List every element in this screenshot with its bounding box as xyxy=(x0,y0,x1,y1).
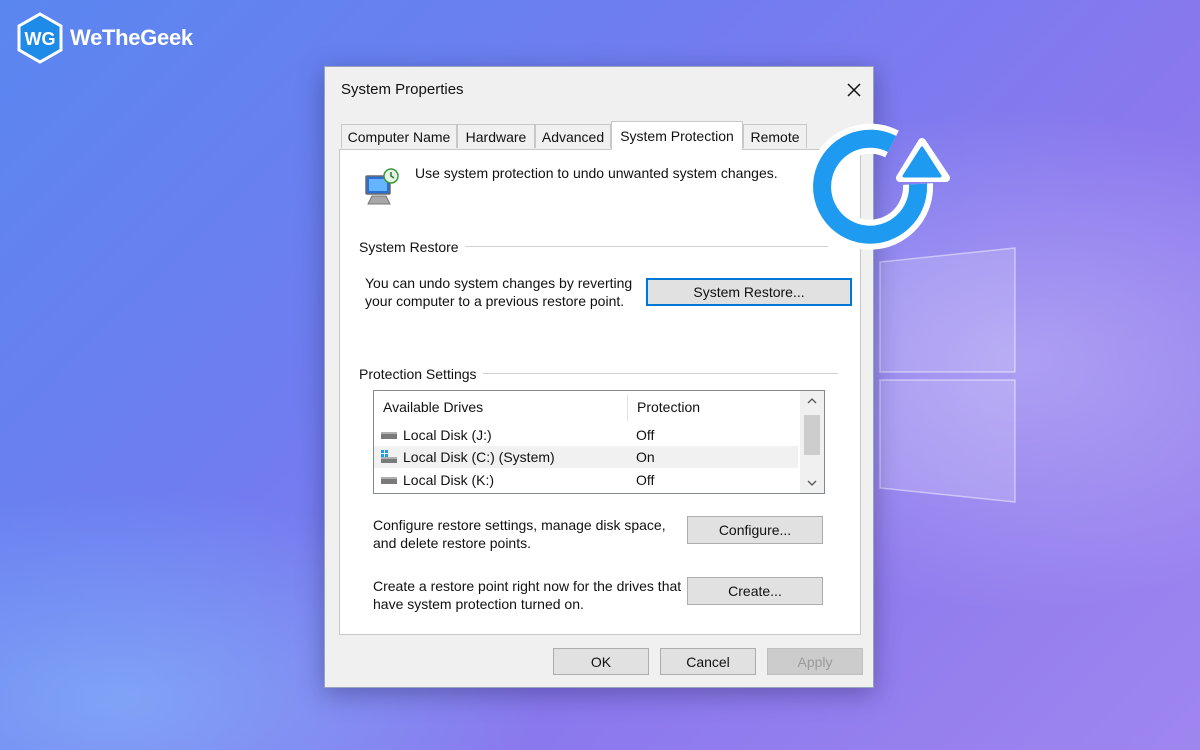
cancel-button[interactable]: Cancel xyxy=(660,648,756,675)
tab-remote[interactable]: Remote xyxy=(743,124,807,148)
drive-name-cell: Local Disk (K:) xyxy=(381,472,494,488)
drive-name-cell: Local Disk (C:) (System) xyxy=(381,449,555,465)
intro-text: Use system protection to undo unwanted s… xyxy=(415,165,778,181)
create-description-line2: have system protection turned on. xyxy=(373,596,584,612)
drive-protection-status: Off xyxy=(636,427,655,443)
tab-hardware[interactable]: Hardware xyxy=(457,124,535,148)
brand-name: WeTheGeek xyxy=(70,25,193,50)
refresh-icon xyxy=(807,123,950,250)
drive-row-c[interactable]: Local Disk (C:) (System) On xyxy=(374,446,798,468)
drive-name: Local Disk (C:) (System) xyxy=(403,449,555,465)
system-restore-group-label: System Restore xyxy=(359,239,465,255)
drives-list[interactable]: Available Drives Protection Local Disk (… xyxy=(373,390,825,494)
apply-button[interactable]: Apply xyxy=(767,648,863,675)
column-protection[interactable]: Protection xyxy=(637,399,700,415)
drive-name: Local Disk (K:) xyxy=(403,472,495,488)
system-restore-description-line1: You can undo system changes by reverting xyxy=(365,275,633,291)
tab-computer-name[interactable]: Computer Name xyxy=(341,124,457,148)
system-restore-button[interactable]: System Restore... xyxy=(646,278,852,306)
column-available-drives[interactable]: Available Drives xyxy=(383,399,483,415)
dialog-title: System Properties xyxy=(341,81,464,98)
drive-protection-status: On xyxy=(636,449,655,465)
brand-logo: WG WeTheGeek xyxy=(14,12,193,64)
system-restore-description-line2: your computer to a previous restore poin… xyxy=(365,293,625,309)
drive-name: Local Disk (J:) xyxy=(403,427,492,443)
configure-description-line2: and delete restore points. xyxy=(373,535,531,551)
scroll-down-button[interactable] xyxy=(800,473,824,493)
drives-list-scrollbar[interactable] xyxy=(800,391,824,493)
configure-button[interactable]: Configure... xyxy=(687,516,823,544)
chevron-up-icon xyxy=(807,398,817,404)
system-drive-icon xyxy=(381,450,397,463)
drive-icon xyxy=(381,477,397,484)
wethegeek-badge-icon: WG xyxy=(17,12,63,64)
protection-settings-group-label: Protection Settings xyxy=(359,366,483,382)
configure-description-line1: Configure restore settings, manage disk … xyxy=(373,517,666,533)
tab-system-protection[interactable]: System Protection xyxy=(611,121,743,150)
tab-advanced[interactable]: Advanced xyxy=(535,124,611,148)
drive-name-cell: Local Disk (J:) xyxy=(381,427,492,443)
system-properties-dialog: System Properties Computer Name Hardware… xyxy=(324,66,874,688)
drive-row-j[interactable]: Local Disk (J:) Off xyxy=(374,424,798,446)
create-description-line1: Create a restore point right now for the… xyxy=(373,578,682,594)
ok-button[interactable]: OK xyxy=(553,648,649,675)
chevron-down-icon xyxy=(807,480,817,486)
drive-row-k[interactable]: Local Disk (K:) Off xyxy=(374,469,798,491)
system-restore-description: You can undo system changes by reverting… xyxy=(365,274,632,310)
system-protection-computer-icon xyxy=(365,168,399,205)
scroll-up-button[interactable] xyxy=(800,391,824,411)
close-button[interactable] xyxy=(837,75,871,105)
column-separator xyxy=(627,395,628,421)
create-description: Create a restore point right now for the… xyxy=(373,577,681,613)
drives-list-header: Available Drives Protection xyxy=(374,391,798,423)
create-button[interactable]: Create... xyxy=(687,577,823,605)
svg-text:WG: WG xyxy=(25,29,56,49)
close-icon xyxy=(847,83,861,97)
drive-protection-status: Off xyxy=(636,472,655,488)
configure-description: Configure restore settings, manage disk … xyxy=(373,516,666,552)
scroll-thumb[interactable] xyxy=(804,415,820,455)
drive-icon xyxy=(381,432,397,439)
system-protection-panel: Use system protection to undo unwanted s… xyxy=(339,149,861,635)
